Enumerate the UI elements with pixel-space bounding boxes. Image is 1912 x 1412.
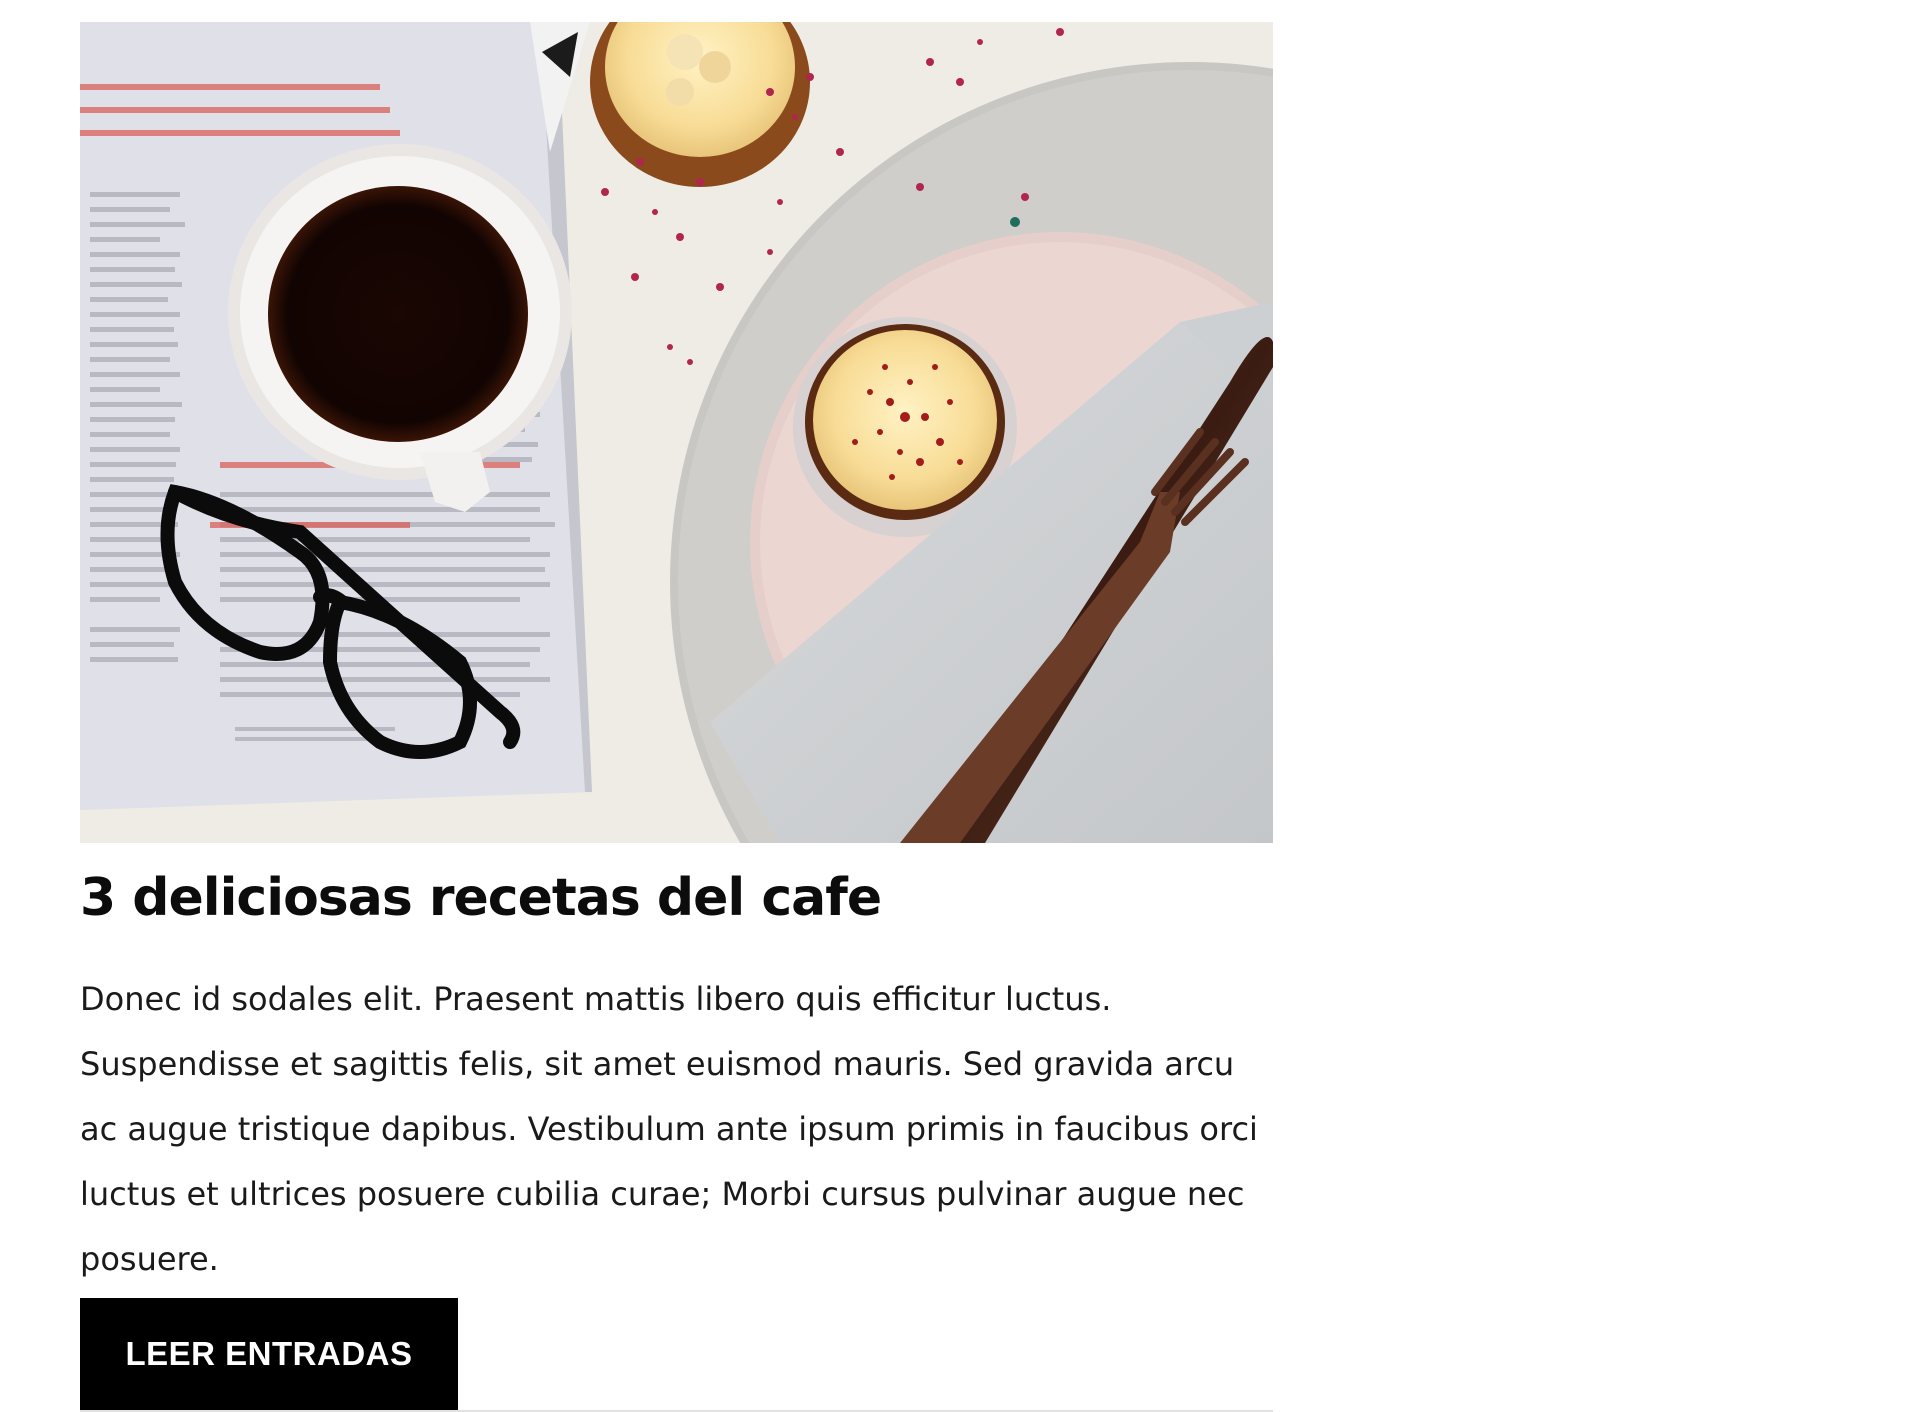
coffee-cupcake-photo [80,22,1273,843]
blog-post-card: 3 deliciosas recetas del cafe Donec id s… [80,22,1273,1412]
post-featured-image[interactable] [80,22,1273,843]
read-more-row: LEER ENTRADAS [80,1297,1273,1412]
post-excerpt: Donec id sodales elit. Praesent mattis l… [80,979,1258,1278]
post-title[interactable]: 3 deliciosas recetas del cafe [80,868,1273,929]
read-posts-button[interactable]: LEER ENTRADAS [80,1297,458,1410]
